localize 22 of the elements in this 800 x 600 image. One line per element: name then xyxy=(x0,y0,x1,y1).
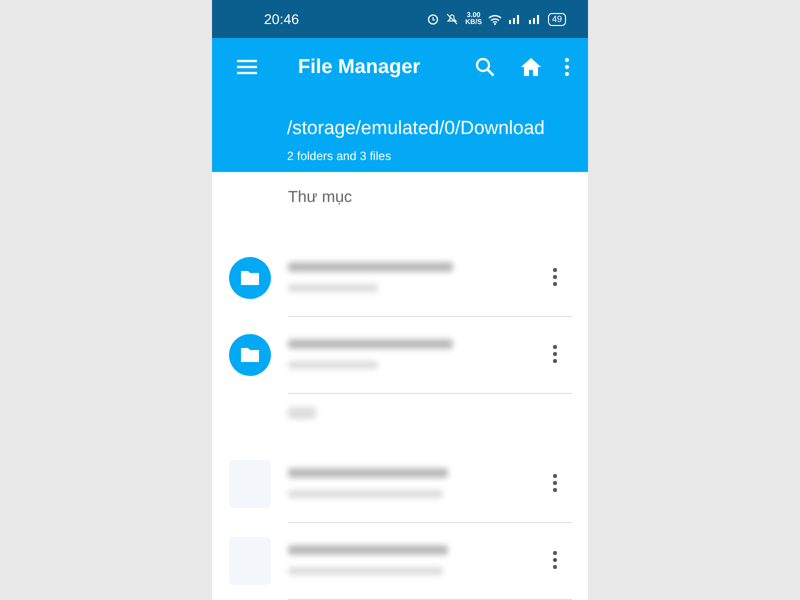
section-heading: Thư mục xyxy=(288,189,354,208)
alarm-icon xyxy=(427,13,440,25)
wifi-icon xyxy=(488,14,502,24)
item-menu-button[interactable] xyxy=(552,344,558,364)
blurred-heading xyxy=(288,407,316,419)
item-menu-button[interactable] xyxy=(552,473,558,493)
item-menu-button[interactable] xyxy=(552,550,558,570)
current-path: /storage/emulated/0/Download xyxy=(287,118,546,140)
folder-icon xyxy=(229,256,271,298)
signal-icon xyxy=(508,14,522,24)
home-button[interactable] xyxy=(520,57,542,77)
signal-icon xyxy=(528,14,542,24)
folder-icon xyxy=(229,334,271,376)
folder-summary: 2 folders and 3 files xyxy=(287,149,392,163)
battery-level: 49 xyxy=(548,12,566,26)
mute-icon xyxy=(445,13,460,25)
app-title: File Manager xyxy=(298,56,422,78)
menu-button[interactable] xyxy=(236,59,258,75)
item-menu-button[interactable] xyxy=(552,267,558,287)
status-time: 20:46 xyxy=(264,11,300,27)
search-button[interactable] xyxy=(474,56,496,78)
more-options-button[interactable] xyxy=(564,57,570,77)
